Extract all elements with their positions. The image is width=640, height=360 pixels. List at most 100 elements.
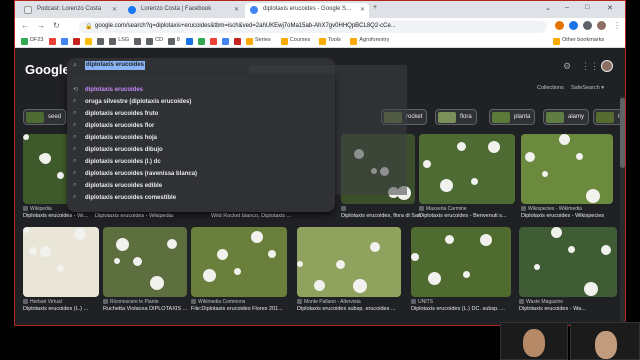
result-image[interactable] xyxy=(419,134,515,204)
suggestion-item[interactable]: ⌕ diplotaxis erucoides comestible xyxy=(67,192,335,204)
bookmark-item[interactable] xyxy=(73,37,82,46)
puzzle-icon[interactable] xyxy=(583,21,592,30)
page-scrollbar-thumb[interactable] xyxy=(620,98,625,168)
safesearch-link[interactable]: SafeSearch ▾ xyxy=(571,85,604,91)
close-tab-icon[interactable]: ✕ xyxy=(234,6,239,13)
tab-title: Lorenzo Costa | Facebook xyxy=(141,6,212,12)
close-tab-icon[interactable]: ✕ xyxy=(360,6,365,13)
result-title[interactable]: Diplotaxis erucoides - Wa... xyxy=(519,306,623,312)
flower-shape xyxy=(114,258,120,264)
settings-gear-icon[interactable]: ⚙ xyxy=(563,61,571,72)
address-bar[interactable]: 🔒 google.com/search?q=diplotaxis+erucoid… xyxy=(79,21,547,33)
result-source[interactable]: Masseria Carmine xyxy=(419,206,467,212)
result-source[interactable]: UNITS xyxy=(411,299,433,305)
bookmark-item[interactable]: Agroforestry xyxy=(350,37,389,46)
search-query-text[interactable]: diplotaxis erucoides xyxy=(85,61,146,70)
bookmark-item[interactable]: LSG xyxy=(109,37,129,46)
minimize-icon[interactable]: – xyxy=(565,4,569,11)
bookmark-item[interactable] xyxy=(222,37,231,46)
extension-icon[interactable] xyxy=(555,21,564,30)
result-title[interactable]: File:Diplotaxis erucoides Flores 201... xyxy=(191,306,293,312)
suggestion-item[interactable]: ⌕ diplotaxis erucoides (ravenissa blanca) xyxy=(67,168,335,180)
result-image[interactable] xyxy=(297,227,401,297)
close-tab-icon[interactable]: ✕ xyxy=(112,6,117,13)
forward-icon[interactable]: → xyxy=(37,21,45,30)
result-title[interactable]: Diplotaxis erucoides (L.) DC. subsp. ... xyxy=(411,306,517,312)
maximize-icon[interactable]: □ xyxy=(585,4,589,11)
browser-toolbar: ← → ↻ 🔒 google.com/search?q=diplotaxis+e… xyxy=(15,18,625,35)
result-image[interactable] xyxy=(103,227,187,297)
menu-kebab-icon[interactable]: ⋮ xyxy=(613,21,621,30)
result-title[interactable]: Diplotaxis erucoides subsp. erucoides ..… xyxy=(297,306,407,312)
bookmark-item[interactable] xyxy=(198,37,207,46)
bookmark-item[interactable] xyxy=(49,37,58,46)
suggestion-item[interactable]: ⌕ diplotaxis erucoides edible xyxy=(67,180,335,192)
result-source[interactable]: Riconoscere le Piante xyxy=(103,299,159,305)
suggestion-item[interactable]: ⟲ diplotaxis erucoides xyxy=(67,84,335,96)
bookmark-item[interactable] xyxy=(97,37,106,46)
related-chip[interactable]: alamy xyxy=(543,109,590,125)
related-chip[interactable]: planta xyxy=(489,109,536,125)
account-avatar[interactable] xyxy=(601,60,613,72)
suggestion-item[interactable]: ⌕ diplotaxis erucoides dibujo xyxy=(67,144,335,156)
related-chip[interactable]: seed xyxy=(23,109,67,125)
bookmark-item[interactable]: Series xyxy=(246,37,271,46)
suggestion-completion: (ravenissa blanca) xyxy=(144,171,198,177)
suggestion-item[interactable]: ⌕ diplotaxis erucoides (l.) dc xyxy=(67,156,335,168)
result-image[interactable] xyxy=(191,227,287,297)
bookmark-item[interactable]: DF23 xyxy=(21,37,43,46)
suggestion-prefix: diplotaxis erucoides xyxy=(85,123,145,129)
result-title[interactable]: Diplotaxis erucoides (L.) ... xyxy=(23,306,105,312)
result-title[interactable]: Diplotaxis erucoides - Benvenuti s... xyxy=(419,213,521,219)
bookmark-item[interactable] xyxy=(210,37,219,46)
extension-icon[interactable] xyxy=(569,21,578,30)
tab-google-search[interactable]: diplotaxis erucoides - Google S... ✕ xyxy=(245,3,369,18)
flower-shape xyxy=(428,272,441,285)
suggestion-item[interactable]: ⌕ oruga silvestre (diplotaxis erucoides) xyxy=(67,96,335,108)
result-title[interactable]: Wild Rocket bianco, Diplotaxis ... xyxy=(211,213,337,219)
profile-avatar[interactable] xyxy=(597,21,606,30)
result-image[interactable] xyxy=(519,227,617,297)
bookmark-item[interactable]: Courses xyxy=(280,37,310,46)
bookmark-item[interactable]: CD xyxy=(146,37,163,46)
bookmark-item[interactable] xyxy=(234,37,243,46)
result-title[interactable]: Diplotaxis erucoides - Wikispecies xyxy=(521,213,619,219)
folder-icon xyxy=(246,38,253,45)
suggestion-item[interactable]: ⌕ diplotaxis erucoides flor xyxy=(67,120,335,132)
result-source[interactable]: Wikipedia xyxy=(23,206,52,212)
suggestion-item[interactable]: ⌕ diplotaxis erucoides hoja xyxy=(67,132,335,144)
back-icon[interactable]: ← xyxy=(21,21,29,30)
bookmark-item[interactable] xyxy=(61,37,70,46)
bookmark-item[interactable]: Tools xyxy=(318,37,341,46)
suggestion-item[interactable]: ⌕ diplotaxis erucoides fruto xyxy=(67,108,335,120)
tab-facebook[interactable]: Lorenzo Costa | Facebook ✕ xyxy=(123,3,243,18)
result-source[interactable]: Wikispecies - Wikimedia xyxy=(521,206,582,212)
result-source[interactable]: Wikimedia Commons xyxy=(191,299,245,305)
new-tab-icon[interactable]: + xyxy=(373,4,377,11)
tab-search-icon[interactable]: ⌄ xyxy=(545,4,551,12)
search-icon: ⌕ xyxy=(73,62,77,69)
bookmark-item[interactable]: 8 xyxy=(167,37,180,46)
bookmark-item[interactable] xyxy=(134,37,143,46)
bookmark-item[interactable] xyxy=(85,37,94,46)
result-title[interactable]: Diplotaxis erucoides - Wi... xyxy=(23,213,95,219)
result-source[interactable]: Waste Magazine xyxy=(519,299,563,305)
result-title[interactable]: Diplotaxis erucoides - Wikipedia xyxy=(95,213,209,219)
bookmark-item[interactable] xyxy=(186,37,195,46)
bookmark-item[interactable]: Other bookmarks xyxy=(553,37,604,46)
apps-grid-icon[interactable]: ⋮⋮ xyxy=(581,61,599,72)
google-logo[interactable]: Google xyxy=(25,62,70,77)
tab-podcast[interactable]: Podcast: Lorenzo Costa ✕ xyxy=(19,3,121,18)
result-image[interactable] xyxy=(411,227,511,297)
result-image[interactable] xyxy=(521,134,613,204)
result-image[interactable] xyxy=(23,227,99,297)
close-window-icon[interactable]: ✕ xyxy=(607,4,613,12)
reload-icon[interactable]: ↻ xyxy=(53,21,60,30)
result-title[interactable]: Ruchetta Violacea DIPLOTAXIS ... xyxy=(103,306,193,312)
related-chip[interactable]: flora xyxy=(435,109,477,125)
collections-link[interactable]: Collections xyxy=(537,85,564,91)
result-source[interactable]: Monte Pallano - Altervista xyxy=(297,299,361,305)
result-source[interactable]: Herbari Virtual xyxy=(23,299,62,305)
flower-shape xyxy=(488,141,500,153)
result-title[interactable]: Diplotaxis erucoides, flora di Sardegna xyxy=(341,213,421,219)
